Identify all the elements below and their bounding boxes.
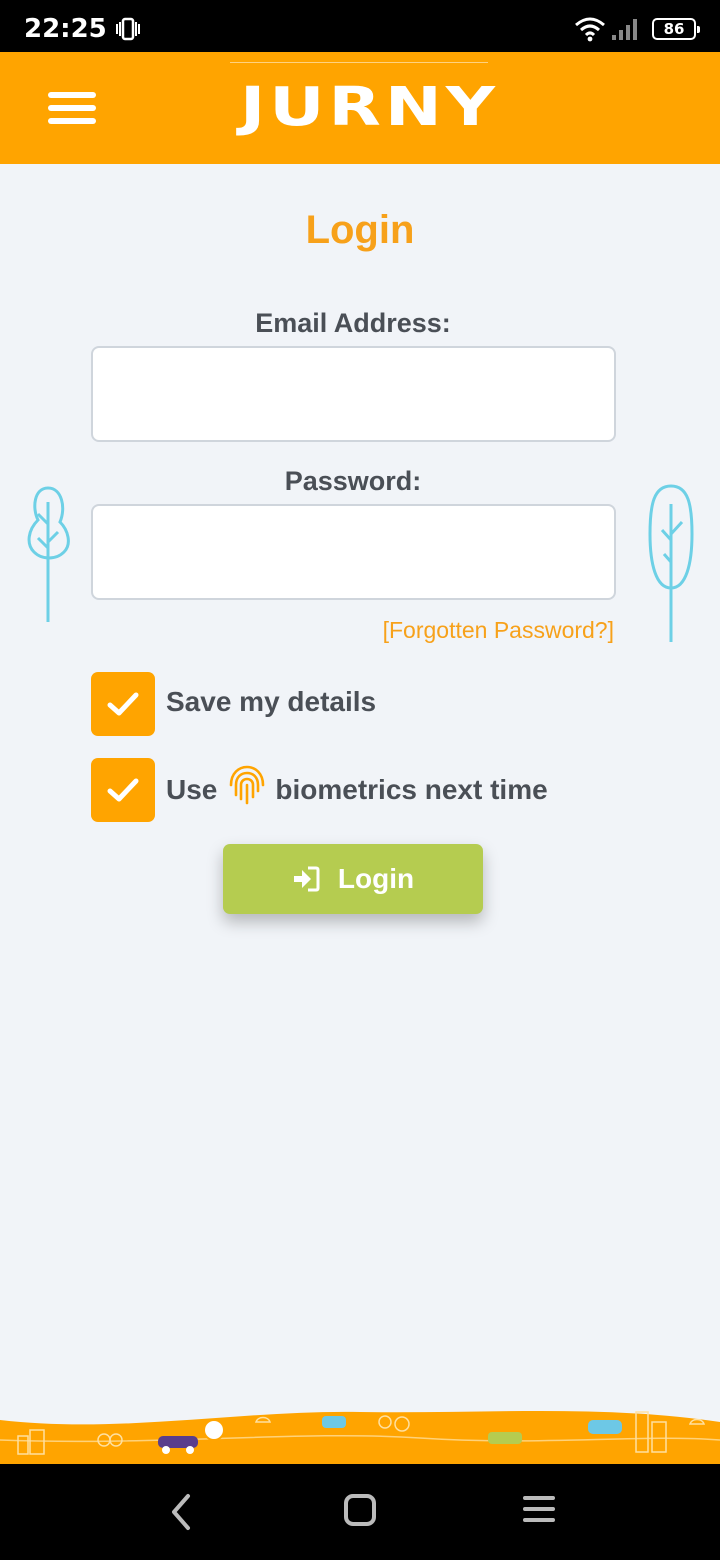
checkmark-icon <box>107 692 139 716</box>
wifi-icon <box>575 17 605 42</box>
vibrate-icon <box>116 17 140 41</box>
email-label: Email Address: <box>255 308 451 338</box>
tree-right-icon <box>648 484 694 642</box>
save-details-checkbox[interactable] <box>91 672 155 736</box>
app-header: JURNY <box>0 52 720 164</box>
recents-icon[interactable] <box>522 1494 556 1524</box>
tree-left-icon <box>27 486 70 622</box>
battery-icon: 86 <box>652 18 700 40</box>
home-icon[interactable] <box>342 1492 378 1528</box>
sign-in-icon <box>293 866 320 892</box>
footer-illustration <box>0 1411 720 1464</box>
password-input[interactable] <box>91 504 616 600</box>
login-button[interactable]: Login <box>223 844 483 914</box>
back-icon[interactable] <box>166 1490 196 1534</box>
page-title: Login <box>305 208 415 252</box>
status-bar: 22:25 86 <box>0 0 720 52</box>
email-input[interactable] <box>91 346 616 442</box>
biometrics-label-end: biometrics next time <box>275 774 548 805</box>
biometrics-label: Use biometrics next time <box>166 758 548 822</box>
password-label: Password: <box>284 466 422 496</box>
app-logo: JURNY <box>240 76 500 139</box>
navigation-bar <box>0 1464 720 1560</box>
save-details-label: Save my details <box>166 686 377 717</box>
hamburger-menu-icon[interactable] <box>44 88 100 128</box>
biometrics-checkbox[interactable] <box>91 758 155 822</box>
signal-icon <box>612 19 637 40</box>
forgot-password-link[interactable]: [Forgotten Password?] <box>383 617 614 644</box>
status-time: 22:25 <box>24 14 107 44</box>
biometrics-label-start: Use <box>166 774 218 805</box>
logo-divider <box>230 62 488 63</box>
login-button-label: Login <box>337 863 415 894</box>
checkmark-icon <box>107 778 139 802</box>
fingerprint-icon <box>230 765 265 805</box>
